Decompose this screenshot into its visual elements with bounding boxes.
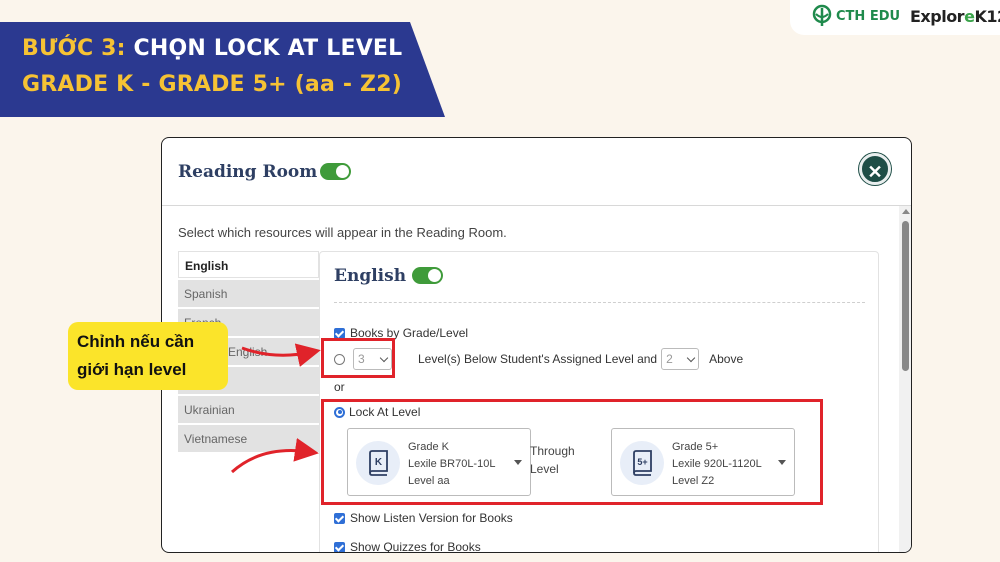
arrow-to-levels-below [241,343,321,367]
annotation-arrows [230,343,321,474]
arrow-to-lock-at-level [230,437,319,474]
